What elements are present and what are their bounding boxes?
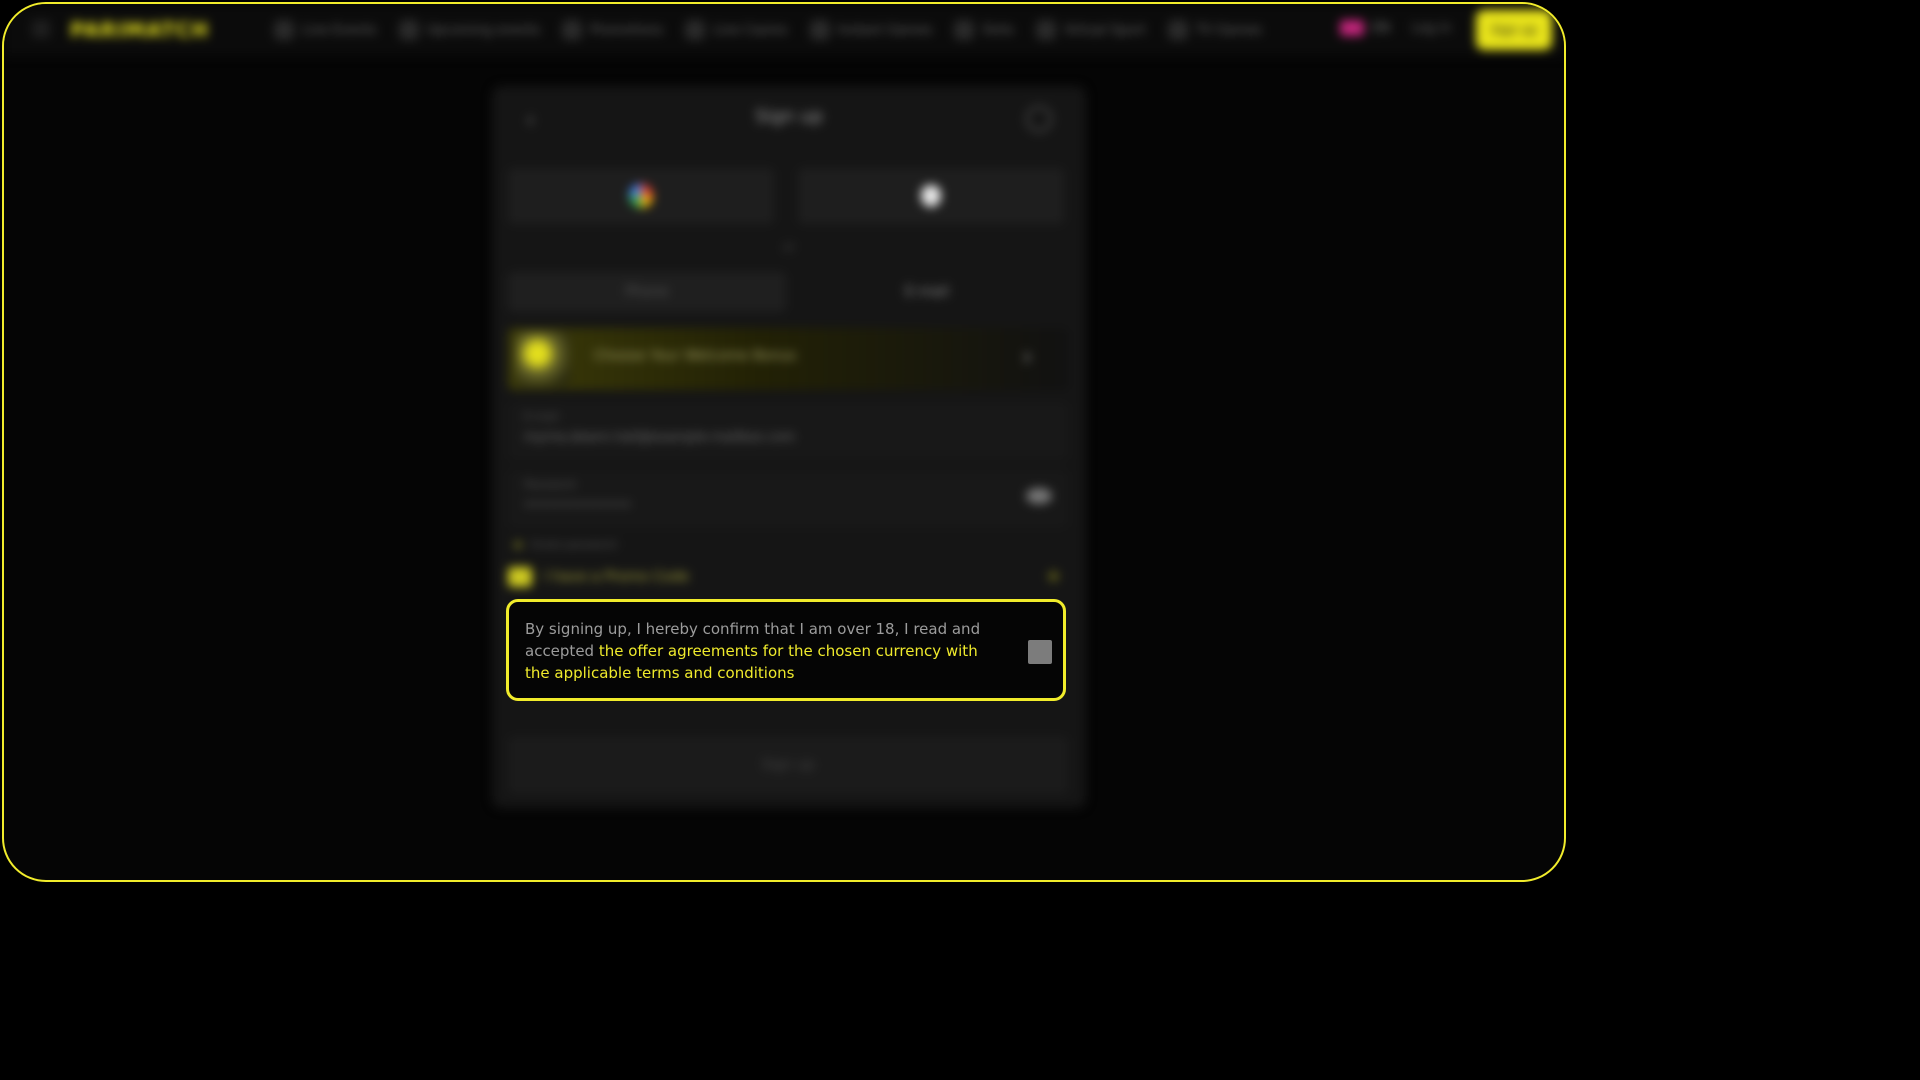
eye-icon[interactable] — [1026, 488, 1052, 504]
tab-phone[interactable]: Phone — [508, 272, 786, 312]
app-frame: PARIMATCH Live Events Upcoming events Pr… — [2, 2, 1566, 882]
blurred-background: PARIMATCH Live Events Upcoming events Pr… — [4, 4, 1564, 880]
email-label: E-mail — [524, 410, 559, 423]
tab-email[interactable]: E-mail — [788, 272, 1066, 312]
calendar-icon — [398, 20, 419, 40]
nav-item-live-casino[interactable]: Live Casino — [685, 20, 788, 40]
or-divider: or — [782, 240, 796, 254]
bonus-label: Choose Your Welcome Bonus — [594, 348, 797, 364]
cards-icon — [685, 20, 706, 40]
nav-item-slots[interactable]: Slots — [954, 20, 1014, 40]
modal-title: Sign up — [755, 106, 823, 127]
ticket-icon — [508, 567, 532, 587]
google-signin-button[interactable] — [508, 168, 774, 224]
slots-icon — [954, 20, 975, 40]
support-icon[interactable] — [1026, 106, 1052, 132]
nav-item-instant-games[interactable]: Instant Games — [809, 20, 932, 40]
flag-icon — [1340, 20, 1364, 36]
virtual-sport-icon — [1036, 20, 1057, 40]
nav-item-upcoming-events[interactable]: Upcoming events — [398, 20, 540, 40]
check-icon — [514, 540, 522, 549]
nav-item-tv-games[interactable]: TV Games — [1167, 20, 1262, 40]
signup-submit-button[interactable]: Sign up — [508, 736, 1068, 794]
consent-text: By signing up, I hereby confirm that I a… — [525, 618, 1005, 684]
login-link[interactable]: Log in — [1412, 21, 1451, 36]
promo-code-toggle[interactable]: I have a Promo Code + — [508, 564, 1068, 590]
brand-logo[interactable]: PARIMATCH — [70, 18, 209, 42]
consent-box: By signing up, I hereby confirm that I a… — [506, 599, 1066, 701]
google-icon — [629, 184, 653, 208]
top-bar: PARIMATCH Live Events Upcoming events Pr… — [4, 4, 1564, 56]
bonus-image — [516, 332, 570, 386]
email-value: myrna.deann.hall@example-mailbox.com — [524, 430, 795, 445]
language-selector[interactable]: EN — [1340, 20, 1390, 36]
menu-icon[interactable] — [32, 22, 50, 36]
nav-item-promotions[interactable]: Promotions — [562, 20, 663, 40]
nav-item-live-events[interactable]: Live Events — [274, 20, 377, 40]
welcome-bonus-banner[interactable]: Choose Your Welcome Bonus › — [508, 328, 1068, 390]
apple-signin-button[interactable] — [798, 168, 1064, 224]
password-strength: Great password — [514, 538, 616, 551]
apple-icon — [921, 185, 941, 207]
plus-icon: + — [1046, 566, 1062, 587]
rocket-icon — [809, 20, 830, 40]
nav-item-virtual-sport[interactable]: Virtual Sport — [1036, 20, 1146, 40]
password-label: Password — [524, 478, 576, 491]
tv-icon — [1167, 20, 1188, 40]
promo-label: I have a Promo Code — [544, 569, 690, 585]
live-events-icon — [274, 20, 294, 40]
chevron-right-icon: › — [1022, 342, 1033, 372]
gift-icon — [562, 20, 583, 40]
password-value: •••••••••••••• — [524, 498, 632, 513]
password-field[interactable]: Password •••••••••••••• — [508, 470, 1068, 528]
email-field[interactable]: E-mail myrna.deann.hall@example-mailbox.… — [508, 402, 1068, 460]
main-nav: Live Events Upcoming events Promotions L… — [274, 4, 1262, 56]
consent-checkbox[interactable] — [1028, 640, 1052, 664]
header-signup-button[interactable]: Sign up — [1476, 10, 1552, 50]
